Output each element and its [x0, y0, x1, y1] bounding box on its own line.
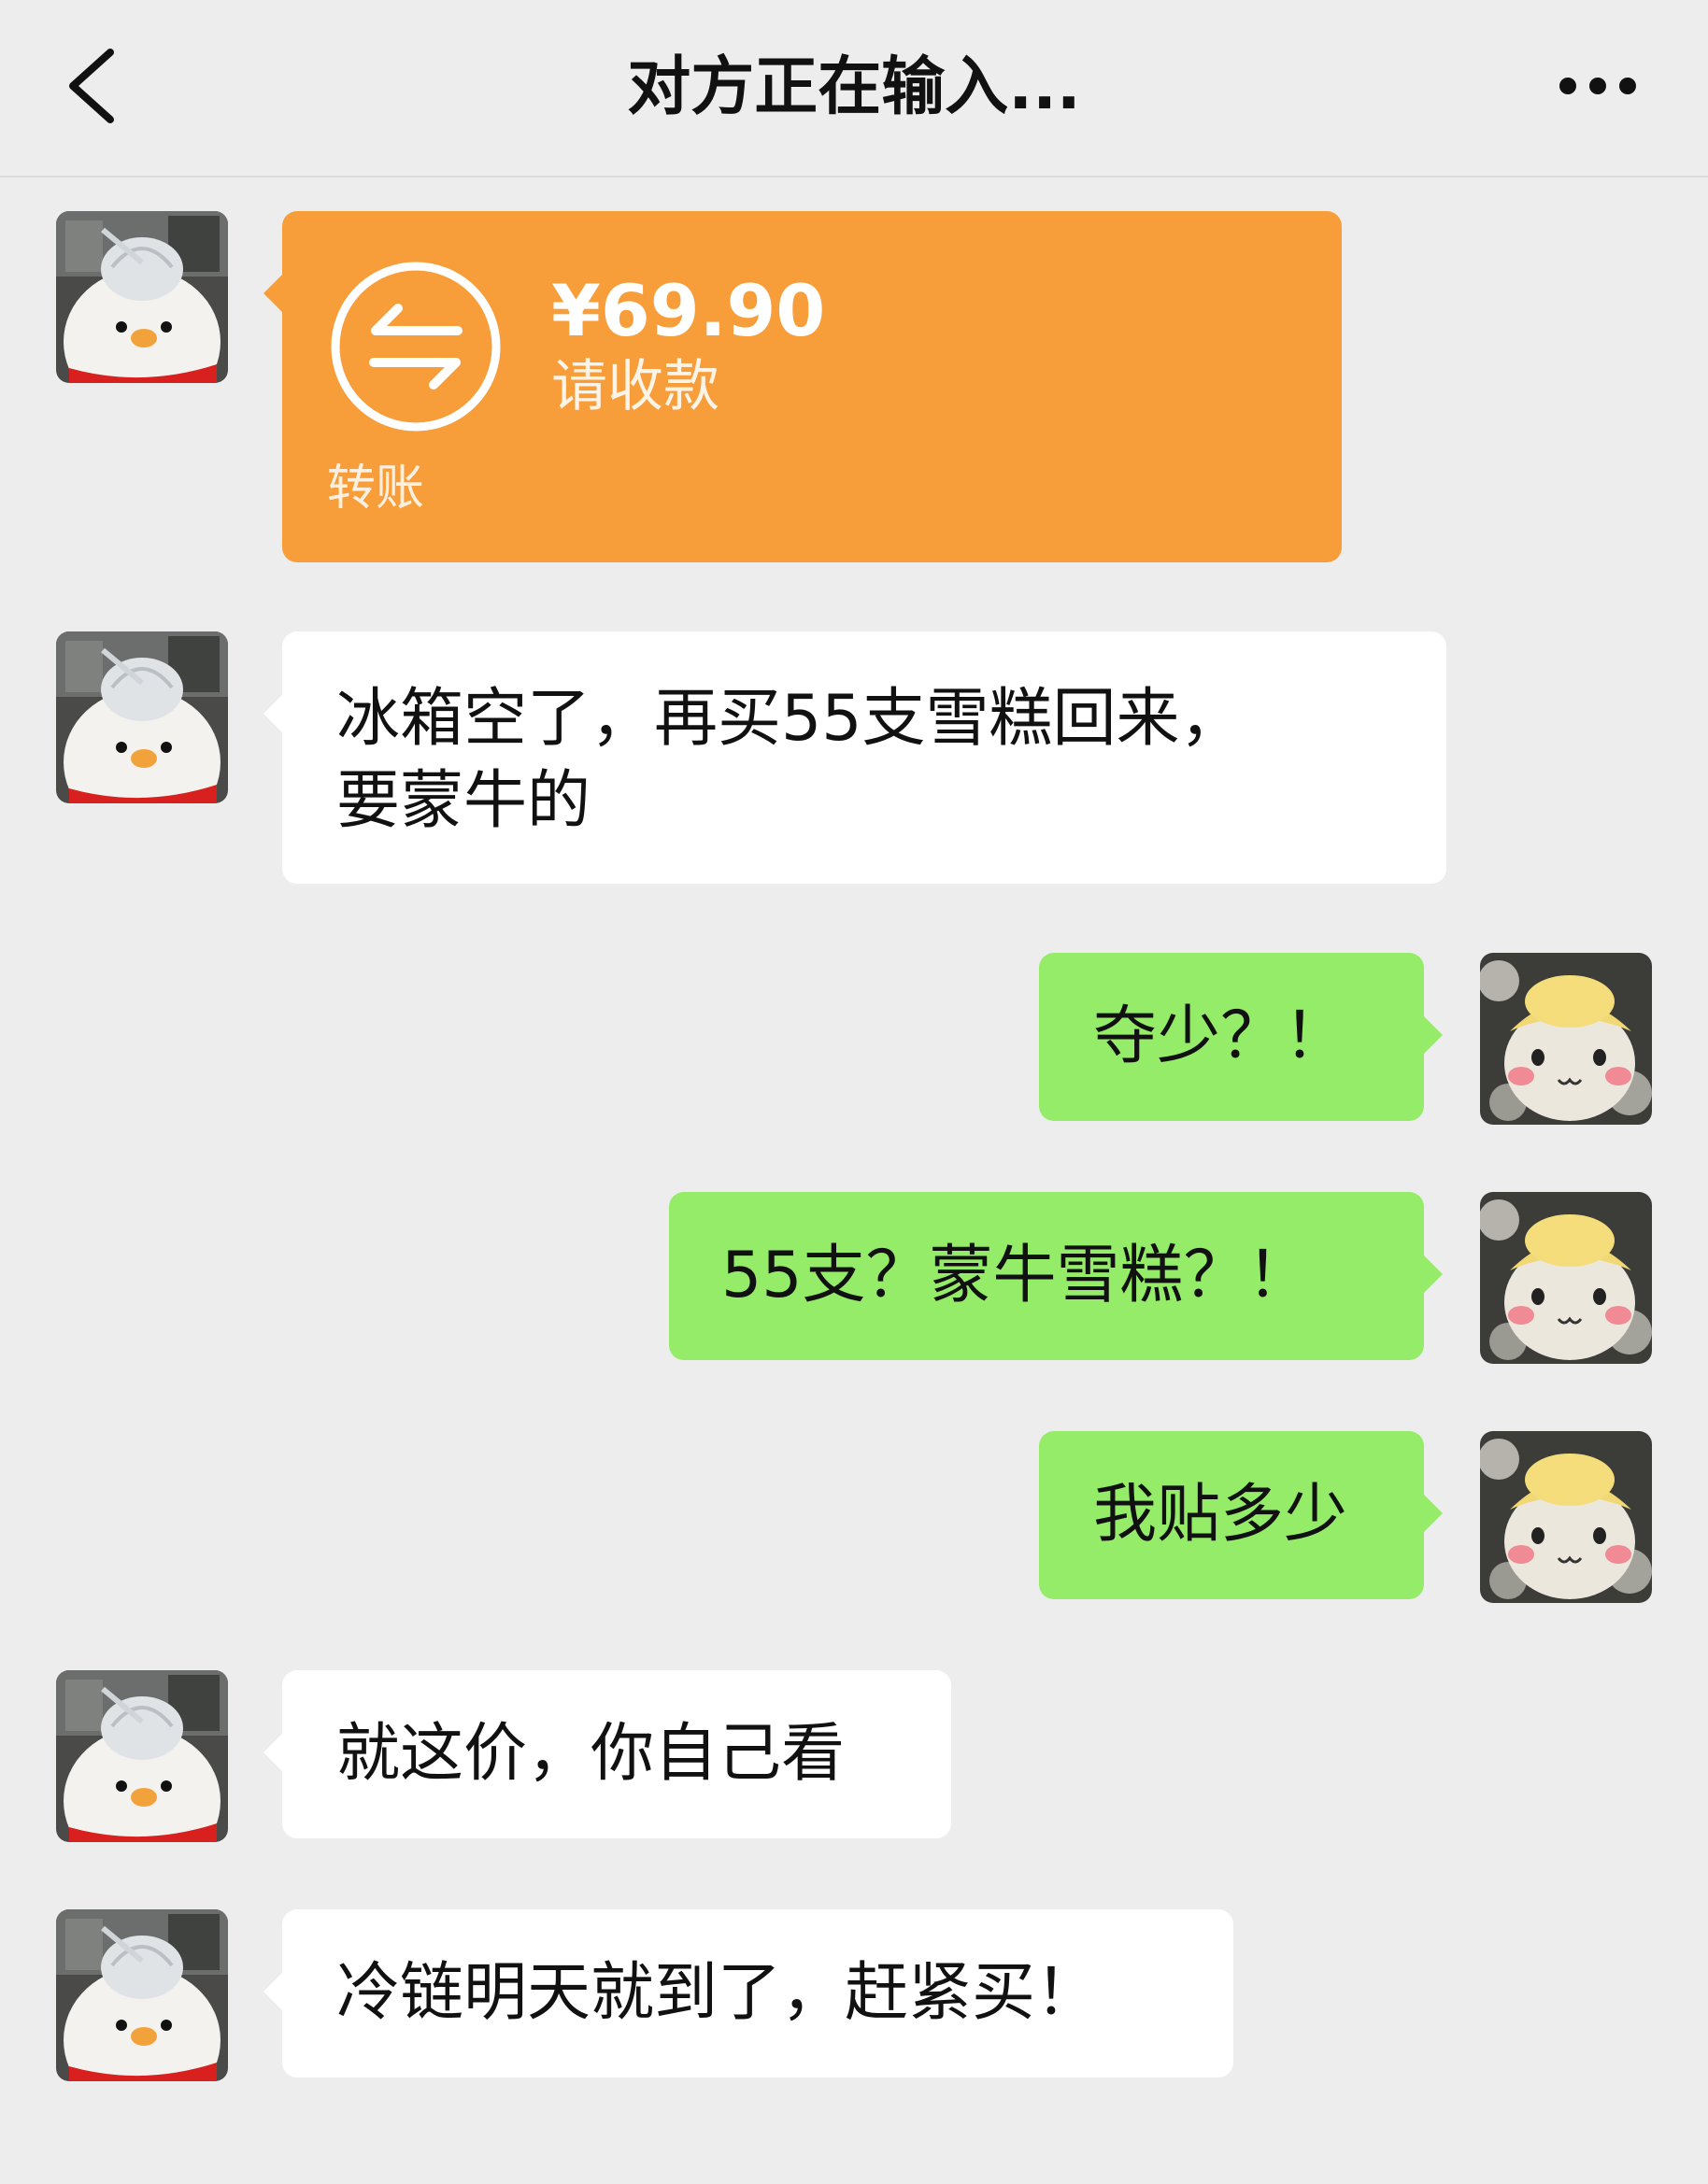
- avatar-other[interactable]: [56, 631, 228, 803]
- message-text: 我贴多少: [1093, 1478, 1348, 1552]
- transfer-arrows-icon: [327, 258, 505, 435]
- duck-avatar-icon: [56, 211, 228, 383]
- avatar-self[interactable]: [1480, 1431, 1652, 1603]
- plush-avatar-icon: [1480, 953, 1652, 1125]
- message-text: 55支？蒙牛雪糕？！: [721, 1239, 1311, 1312]
- message-bubble-self[interactable]: 我贴多少: [1039, 1431, 1443, 1599]
- plush-avatar-icon: [1480, 1192, 1652, 1364]
- message-text: 要蒙牛的: [336, 764, 591, 838]
- chat-header: 对方正在输入...: [0, 0, 1708, 177]
- message-bubble-self[interactable]: 55支？蒙牛雪糕？！: [669, 1192, 1443, 1360]
- message-bubble-other[interactable]: 冰箱空了，再买55支雪糕回来， 要蒙牛的: [263, 631, 1446, 884]
- avatar-other[interactable]: [56, 211, 228, 383]
- more-button[interactable]: [1551, 58, 1644, 114]
- message-text: 夺少？！: [1093, 1000, 1348, 1073]
- duck-avatar-icon: [56, 1909, 228, 2081]
- transfer-amount: ¥69.90: [551, 269, 826, 352]
- duck-avatar-icon: [56, 1670, 228, 1842]
- transfer-status: 请收款: [551, 354, 719, 419]
- avatar-other[interactable]: [56, 1670, 228, 1842]
- chat-title: 对方正在输入...: [627, 50, 1081, 124]
- duck-avatar-icon: [56, 631, 228, 803]
- avatar-self[interactable]: [1480, 953, 1652, 1125]
- message-bubble-other[interactable]: 冷链明天就到了，赶紧买！: [263, 1909, 1233, 2078]
- plush-avatar-icon: [1480, 1431, 1652, 1603]
- message-text: 就这价，你自己看: [336, 1717, 846, 1791]
- more-dots-icon: [1559, 78, 1636, 94]
- avatar-self[interactable]: [1480, 1192, 1652, 1364]
- transfer-card[interactable]: ¥69.90 请收款 转账: [263, 211, 1342, 562]
- transfer-label: 转账: [327, 461, 425, 517]
- message-bubble-other[interactable]: 就这价，你自己看: [263, 1670, 951, 1838]
- avatar-other[interactable]: [56, 1909, 228, 2081]
- message-text: 冷链明天就到了，赶紧买！: [336, 1956, 1100, 2030]
- message-bubble-self[interactable]: 夺少？！: [1039, 953, 1443, 1121]
- message-text: 冰箱空了，再买55支雪糕回来，: [336, 682, 1244, 756]
